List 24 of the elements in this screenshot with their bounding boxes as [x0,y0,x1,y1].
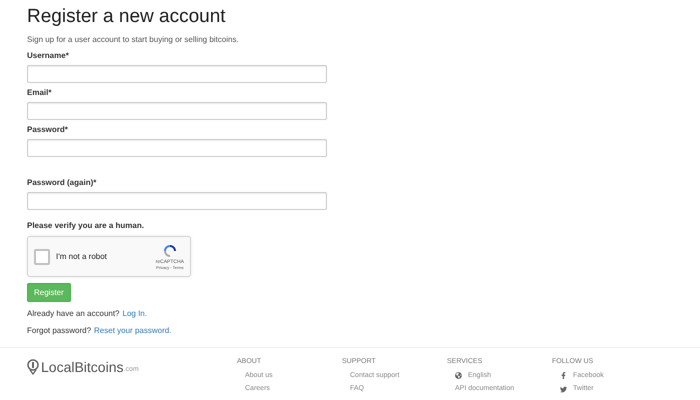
input-field[interactable] [27,102,327,120]
input-field[interactable] [27,139,327,157]
reset-prompt: Forgot password? [27,325,92,337]
login-link[interactable]: Log In. [122,308,147,320]
input-field[interactable] [27,192,327,210]
subtitle: Sign up for a user account to start buying or selling bitcoins. [27,34,239,46]
field-label: Password (again)* [27,177,96,189]
captcha-label: I'm not a robot [56,250,107,262]
reset-link[interactable]: Reset your password. [94,325,172,337]
twitter-icon [560,386,567,393]
field-label: Email* [27,87,52,99]
captcha-logo-icon [162,243,178,259]
captcha-checkbox[interactable] [34,248,50,264]
captcha-prompt: Please verify you are a human. [27,220,144,232]
field-label: Password* [27,124,68,136]
page-title: Register a new account [27,6,226,28]
facebook-icon [560,372,567,380]
register-button[interactable]: Register [27,283,71,302]
globe-icon [455,372,462,380]
input-field[interactable] [27,65,327,83]
logo-pin-icon [27,359,39,375]
logo-wordmark: LocalBitcoins [41,360,124,375]
login-prompt: Already have an account? [27,308,120,320]
field-label: Username* [27,50,69,62]
